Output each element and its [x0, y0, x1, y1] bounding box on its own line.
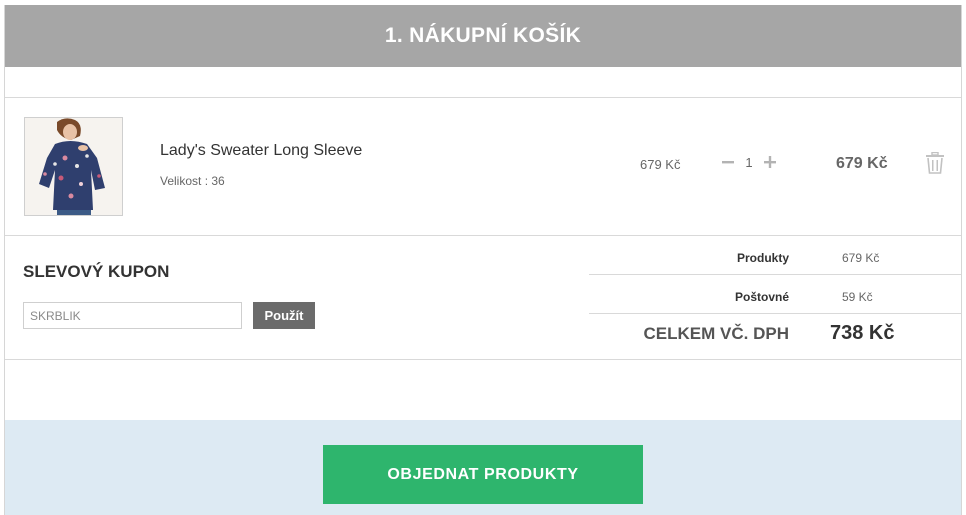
unit-price: 679 Kč	[640, 157, 681, 172]
apply-coupon-button[interactable]: Použít	[253, 302, 315, 329]
coupon-title: SLEVOVÝ KUPON	[23, 262, 170, 281]
products-label: Produkty	[736, 251, 789, 265]
order-summary: Produkty 679 Kč Poštovné 59 Kč CELKEM VČ…	[589, 236, 961, 359]
cart-page: 1. NÁKUPNÍ KOŠÍK Lady's Sweater Long Sle…	[4, 5, 962, 515]
order-section: OBJEDNAT PRODUKTY	[5, 420, 961, 515]
sweater-product-photo	[25, 118, 122, 215]
summary-divider	[589, 313, 961, 314]
increase-quantity-button[interactable]	[763, 152, 777, 172]
trash-icon	[926, 151, 944, 174]
page-title: 1. NÁKUPNÍ KOŠÍK	[384, 24, 582, 47]
divider	[5, 359, 961, 360]
grand-total-label: CELKEM VČ. DPH	[643, 324, 789, 343]
product-size: Velikost : 36	[160, 174, 225, 188]
plus-icon	[764, 156, 776, 168]
decrease-quantity-button[interactable]	[721, 152, 735, 172]
cart-item-row: Lady's Sweater Long Sleeve Velikost : 36…	[5, 98, 961, 235]
minus-icon	[722, 161, 734, 164]
grand-total-value: 738 Kč	[830, 322, 895, 344]
products-value: 679 Kč	[842, 251, 880, 265]
product-thumbnail[interactable]	[24, 117, 123, 216]
quantity-stepper: 1	[721, 152, 777, 172]
coupon-input[interactable]	[23, 302, 242, 329]
remove-item-button[interactable]	[925, 151, 947, 176]
quantity-value: 1	[745, 154, 753, 170]
cart-header: 1. NÁKUPNÍ KOŠÍK	[5, 5, 961, 67]
line-total: 679 Kč	[836, 155, 888, 172]
place-order-button[interactable]: OBJEDNAT PRODUKTY	[323, 445, 643, 504]
summary-divider	[589, 274, 961, 275]
shipping-label: Poštovné	[734, 290, 789, 304]
product-name[interactable]: Lady's Sweater Long Sleeve	[160, 142, 362, 160]
shipping-value: 59 Kč	[842, 290, 873, 304]
